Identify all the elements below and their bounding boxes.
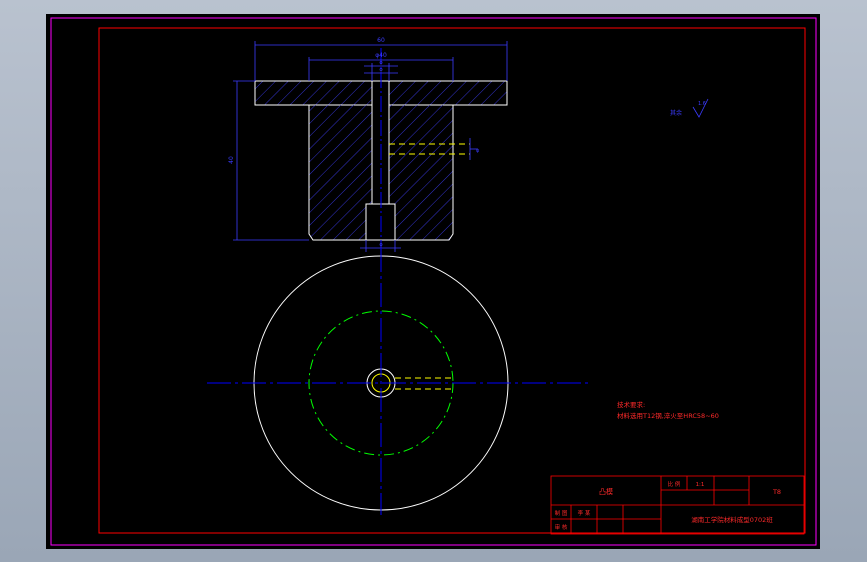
title-drawn-name: 李 某 — [578, 509, 591, 517]
title-drawn-label: 制 图 — [555, 509, 568, 517]
title-scale-value: 1:1 — [696, 482, 705, 488]
dim-bottom-bore: φ — [379, 242, 383, 248]
dim-side-hole: φ — [476, 148, 480, 154]
title-part-name: 凸模 — [599, 487, 613, 496]
surface-finish-mark: 其余 1.6 — [670, 98, 709, 118]
notes-heading: 技术要求: — [617, 400, 645, 409]
top-view — [207, 248, 591, 515]
dim-overall-width: 60 — [377, 37, 385, 44]
title-checked-label: 审 核 — [555, 523, 568, 531]
front-section-view — [254, 48, 508, 255]
surface-finish-label: 其余 — [670, 109, 682, 117]
dim-bore-lower: φ — [379, 67, 383, 73]
title-scale-label: 比 例 — [668, 480, 681, 488]
dim-height: 40 — [228, 156, 235, 164]
title-material: T8 — [772, 488, 781, 496]
dim-mid-width: φ40 — [375, 52, 387, 59]
title-school: 湖南工学院材料成型0702班 — [691, 515, 773, 524]
cad-drawing: 60 φ40 φ φ 40 φ φ 其余 1.6 技术要求: 材料选用T12钢,… — [50, 17, 817, 546]
notes-line-1: 材料选用T12钢,淬火至HRC58~60 — [617, 411, 719, 420]
dim-bore-upper: φ — [379, 60, 383, 66]
surface-finish-value: 1.6 — [698, 101, 706, 107]
